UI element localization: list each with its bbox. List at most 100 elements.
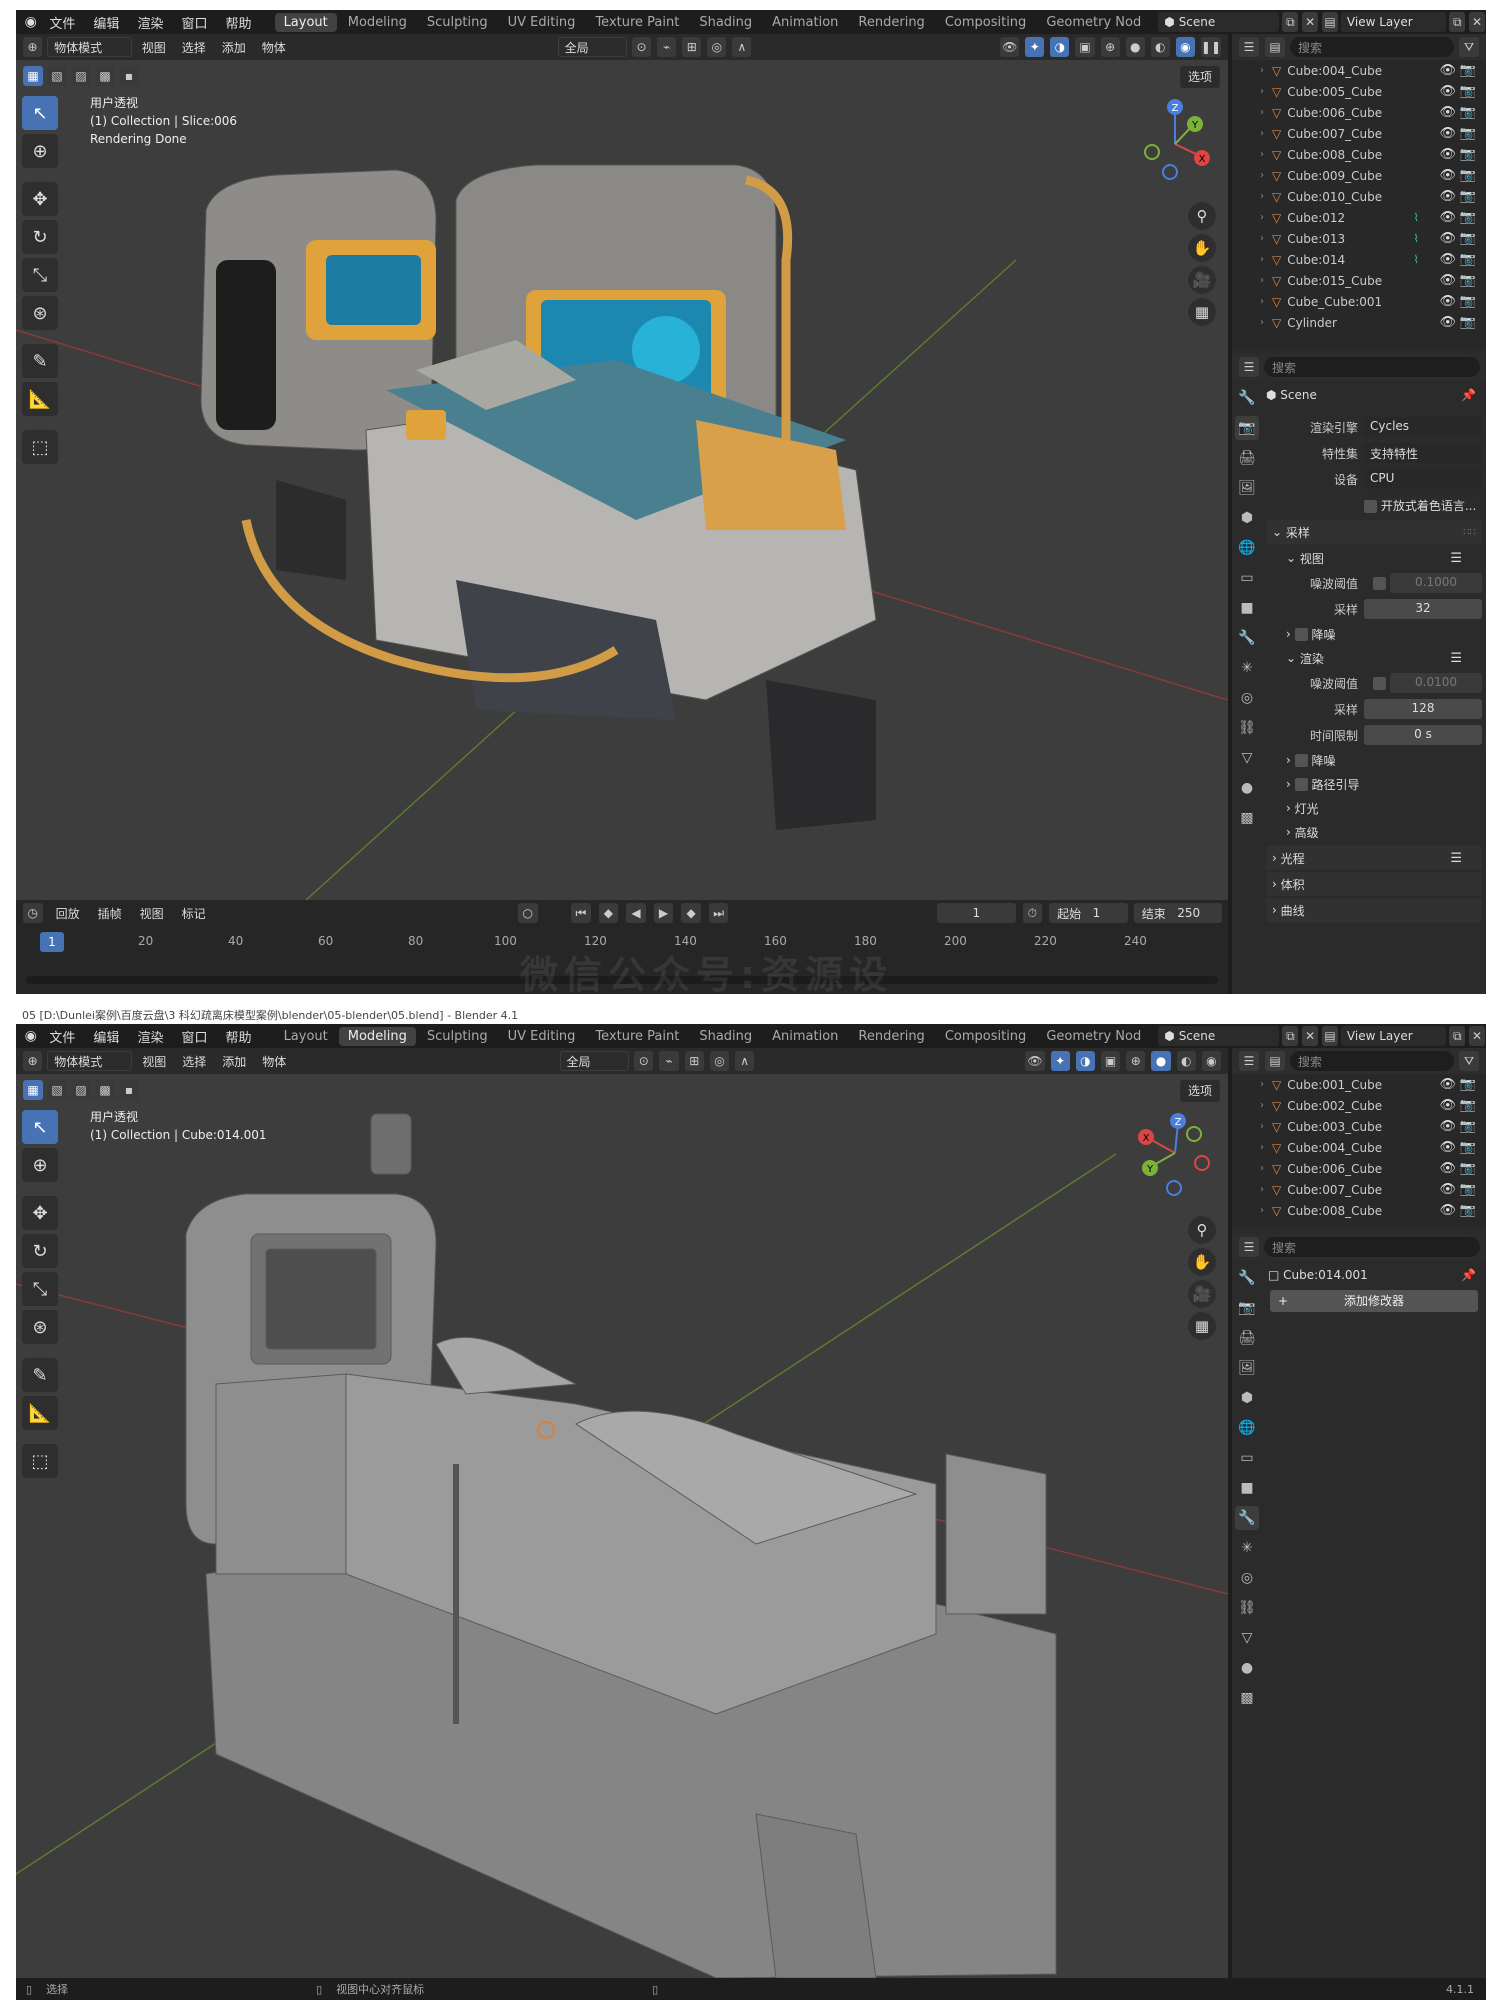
render-samples-field[interactable]: 128: [1364, 699, 1482, 719]
device-dropdown[interactable]: CPU: [1364, 469, 1482, 489]
gizmo-toggle-icon[interactable]: ✦: [1050, 1051, 1070, 1071]
expand-chevron-icon[interactable]: ›: [1260, 1121, 1264, 1132]
prev-key-icon[interactable]: ◆: [598, 903, 619, 923]
tab-sculpting[interactable]: Sculpting: [418, 13, 497, 32]
visibility-eye-icon[interactable]: 👁: [1439, 126, 1456, 141]
pin-icon[interactable]: 📌: [1461, 388, 1476, 402]
measure-tool-icon[interactable]: 📐: [22, 382, 58, 416]
zoom-icon[interactable]: ⚲: [1188, 202, 1216, 230]
output-tab-icon[interactable]: 🖨: [1235, 1326, 1259, 1350]
outliner-search-input[interactable]: 搜索: [1290, 1051, 1454, 1071]
visibility-eye-icon[interactable]: 👁: [1439, 147, 1456, 162]
viewport-menu-object[interactable]: 物体: [256, 39, 292, 56]
visibility-icon[interactable]: 👁: [1000, 37, 1020, 57]
outliner-item[interactable]: › ▽ Cube:007_Cube 👁 📷: [1232, 1179, 1486, 1200]
view-layer-tab-icon[interactable]: 🖼: [1235, 476, 1259, 500]
rotate-tool-icon[interactable]: ↻: [22, 220, 58, 254]
properties-editor-icon[interactable]: ☰: [1239, 1237, 1259, 1257]
timeline-menu-keying[interactable]: 插帧: [92, 905, 128, 922]
physics-tab-icon[interactable]: ◎: [1235, 1566, 1259, 1590]
annotate-tool-icon[interactable]: ✎: [22, 344, 58, 378]
pan-hand-icon[interactable]: ✋: [1188, 234, 1216, 262]
outliner-editor-icon[interactable]: ☰: [1239, 1051, 1259, 1071]
overlay-toggle-icon[interactable]: ◑: [1075, 1051, 1095, 1071]
expand-chevron-icon[interactable]: ›: [1260, 65, 1264, 76]
cursor-tool-icon[interactable]: ⊕: [22, 134, 58, 168]
lights-subsection[interactable]: › 灯光: [1266, 796, 1482, 820]
material-tab-icon[interactable]: ●: [1235, 776, 1259, 800]
outliner-item[interactable]: › ▽ Cube:010_Cube 👁 📷: [1232, 186, 1486, 207]
zoom-icon[interactable]: ⚲: [1188, 1216, 1216, 1244]
outliner-item[interactable]: › ▽ Cube:006_Cube 👁 📷: [1232, 1158, 1486, 1179]
tab-rendering[interactable]: Rendering: [849, 13, 933, 32]
visibility-eye-icon[interactable]: 👁: [1439, 1140, 1456, 1155]
time-limit-field[interactable]: 0 s: [1364, 725, 1482, 745]
menu-help[interactable]: 帮助: [217, 13, 259, 32]
tab-compositing[interactable]: Compositing: [936, 13, 1036, 32]
outliner-item[interactable]: › ▽ Cube:001_Cube 👁 📷: [1232, 1074, 1486, 1095]
display-mode-icon[interactable]: ▤: [1265, 1051, 1285, 1071]
transform-tool-icon[interactable]: ⊛: [22, 296, 58, 330]
render-camera-icon[interactable]: 📷: [1460, 84, 1476, 99]
material-tab-icon[interactable]: ●: [1235, 1656, 1259, 1680]
render-camera-icon[interactable]: 📷: [1460, 315, 1476, 330]
outliner-item[interactable]: › ▽ Cube:008_Cube 👁 📷: [1232, 1200, 1486, 1221]
render-tab-icon[interactable]: 📷: [1235, 1296, 1259, 1320]
menu-window[interactable]: 窗口: [173, 13, 215, 32]
menu-render[interactable]: 渲染: [129, 13, 171, 32]
visibility-eye-icon[interactable]: 👁: [1439, 63, 1456, 78]
visibility-eye-icon[interactable]: 👁: [1439, 210, 1456, 225]
editor-type-icon[interactable]: ⊕: [23, 1051, 43, 1071]
timeline-menu-marker[interactable]: 标记: [176, 905, 212, 922]
render-camera-icon[interactable]: 📷: [1460, 1098, 1476, 1113]
timeline-menu-view[interactable]: 视图: [134, 905, 170, 922]
gizmo-toggle-icon[interactable]: ✦: [1025, 37, 1045, 57]
output-tab-icon[interactable]: 🖨: [1235, 446, 1259, 470]
3d-viewport-solid[interactable]: ⊕ 物体模式 视图 选择 添加 物体 全局 ⊙ ⌁ ⊞ ◎ ∧ 👁 ✦ ◑ ▣ …: [16, 1048, 1228, 1978]
scale-tool-icon[interactable]: ⤡: [22, 258, 58, 292]
visibility-eye-icon[interactable]: 👁: [1439, 84, 1456, 99]
outliner-item[interactable]: › ▽ Cube_Cube:001 👁 📷: [1232, 291, 1486, 312]
expand-chevron-icon[interactable]: ›: [1260, 1205, 1264, 1216]
visibility-eye-icon[interactable]: 👁: [1439, 1182, 1456, 1197]
visibility-eye-icon[interactable]: 👁: [1439, 273, 1456, 288]
outliner-item[interactable]: › ▽ Cube:012 ⌇ 👁 📷: [1232, 207, 1486, 228]
tab-geometry-nodes[interactable]: Geometry Nod: [1037, 13, 1150, 32]
collection-tab-icon[interactable]: ▭: [1235, 566, 1259, 590]
add-cube-tool-icon[interactable]: ⬚: [22, 430, 58, 464]
tool-tab-icon[interactable]: 🔧: [1235, 386, 1259, 410]
render-engine-dropdown[interactable]: Cycles: [1364, 417, 1482, 437]
expand-chevron-icon[interactable]: ›: [1260, 1163, 1264, 1174]
pause-render-icon[interactable]: ❚❚: [1201, 37, 1221, 57]
select-tool-icon[interactable]: ↖: [22, 1110, 58, 1144]
outliner-item[interactable]: › ▽ Cube:004_Cube 👁 📷: [1232, 60, 1486, 81]
add-modifier-button[interactable]: + 添加修改器: [1270, 1290, 1478, 1312]
menu-edit[interactable]: 编辑: [85, 13, 127, 32]
render-camera-icon[interactable]: 📷: [1460, 105, 1476, 120]
tab-modeling[interactable]: Modeling: [338, 1026, 416, 1046]
render-camera-icon[interactable]: 📷: [1460, 1119, 1476, 1134]
scene-tab-icon[interactable]: ⬢: [1235, 506, 1259, 530]
render-camera-icon[interactable]: 📷: [1460, 189, 1476, 204]
preset-list-icon[interactable]: ☰: [1450, 651, 1462, 666]
advanced-subsection[interactable]: › 高级: [1266, 820, 1482, 844]
outliner-item[interactable]: › ▽ Cube:013 ⌇ 👁 📷: [1232, 228, 1486, 249]
render-noise-field[interactable]: 0.0100: [1390, 673, 1482, 693]
tab-shading[interactable]: Shading: [690, 1027, 761, 1046]
modifier-tab-icon[interactable]: 🔧: [1235, 1506, 1259, 1530]
expand-chevron-icon[interactable]: ›: [1260, 212, 1264, 223]
preset-list-icon[interactable]: ☰: [1450, 551, 1462, 566]
camera-view-icon[interactable]: 🎥: [1188, 1280, 1216, 1308]
render-denoise-subsection[interactable]: › 降噪: [1266, 748, 1482, 772]
scene-tab-icon[interactable]: ⬢: [1235, 1386, 1259, 1410]
curves-section[interactable]: › 曲线: [1266, 898, 1482, 922]
expand-chevron-icon[interactable]: ›: [1260, 296, 1264, 307]
visibility-eye-icon[interactable]: 👁: [1439, 1119, 1456, 1134]
pivot-icon[interactable]: ⊙: [634, 1051, 654, 1071]
preset-list-icon[interactable]: ☰: [1450, 851, 1462, 866]
view-layer-selector[interactable]: View Layer: [1340, 12, 1447, 32]
expand-chevron-icon[interactable]: ›: [1260, 107, 1264, 118]
annotate-tool-icon[interactable]: ✎: [22, 1358, 58, 1392]
visibility-eye-icon[interactable]: 👁: [1439, 252, 1456, 267]
scene-selector[interactable]: ⬢ Scene: [1158, 12, 1280, 32]
